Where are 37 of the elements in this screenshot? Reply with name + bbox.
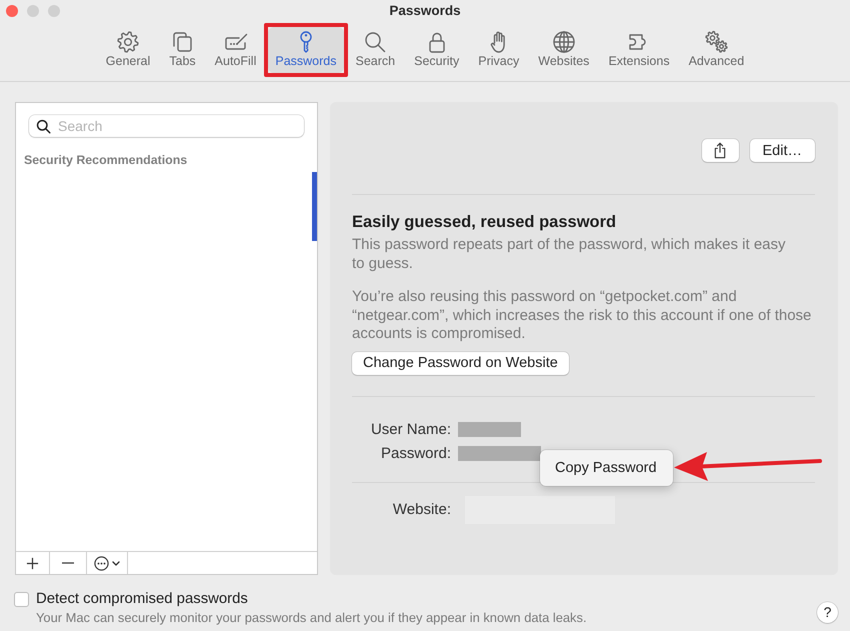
field-label: Website:: [392, 502, 451, 517]
share-button[interactable]: [702, 139, 738, 162]
chevron-down-icon: [112, 561, 120, 566]
edit-button[interactable]: Edit…: [750, 139, 815, 162]
section-header: Security Recommendations: [24, 153, 188, 167]
share-icon: [713, 142, 727, 159]
field-label: User Name:: [370, 422, 451, 436]
toolbar-tab[interactable]: Extensions: [601, 27, 677, 73]
help-text: Your Mac can securely monitor your passwords and alert you if they appear in known data leaks.: [36, 610, 587, 626]
globe-icon: [550, 30, 577, 54]
toolbar-tab[interactable]: Tabs: [162, 27, 203, 73]
search-icon: [36, 119, 51, 134]
checkbox-label[interactable]: Detect compromised passwords: [36, 590, 587, 608]
toolbar-tab[interactable]: Privacy: [471, 27, 526, 73]
window-title: Passwords: [389, 3, 461, 18]
field-label: Password:: [380, 446, 451, 460]
plus-icon: [26, 556, 39, 570]
minus-icon: [62, 562, 74, 564]
ellipsis-circle-icon: [94, 556, 109, 570]
change-password-button[interactable]: Change Password on Website: [352, 352, 569, 374]
toolbar-tab[interactable]: Advanced: [682, 27, 752, 73]
toolbar-tab[interactable]: Security: [407, 27, 466, 73]
help-button[interactable]: ?: [817, 602, 838, 623]
toolbar-tab[interactable]: AutoFill: [208, 27, 264, 73]
search-field[interactable]: Search: [29, 115, 304, 137]
menu-item[interactable]: Copy Password: [545, 456, 667, 480]
warning-description: This password repeats part of the password, which makes it easy to guess.: [352, 236, 787, 273]
checkbox[interactable]: [14, 592, 29, 607]
toolbar-tab[interactable]: Search: [348, 27, 402, 73]
gears-icon: [703, 30, 730, 54]
scroll-thumb[interactable]: [312, 172, 317, 241]
toolbar-tab[interactable]: Websites: [531, 27, 596, 73]
warning-title: Easily guessed, reused password: [352, 212, 618, 232]
gear-icon: [115, 30, 142, 54]
warning-description: You’re also reusing this password on “getpocket.com” and “netgear.com”, which increases the risk to this account if one of those accounts is compromised.: [352, 288, 812, 344]
close-button[interactable]: [6, 4, 18, 16]
toolbar-tab[interactable]: General: [98, 27, 158, 73]
